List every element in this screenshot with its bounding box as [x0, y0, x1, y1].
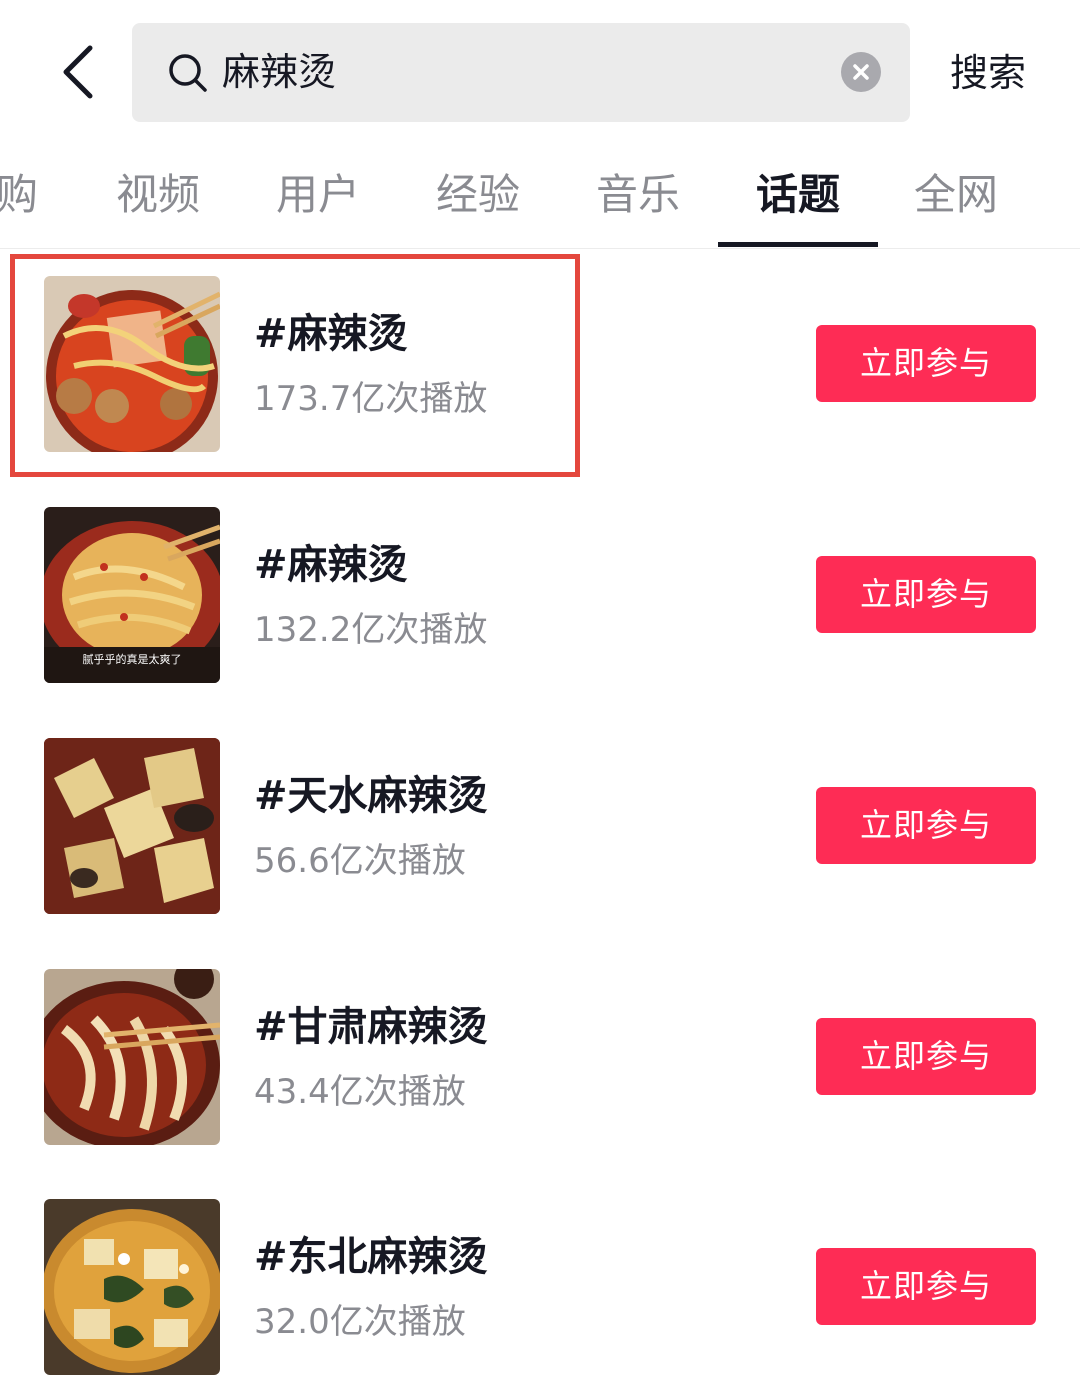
topic-title: #麻辣烫	[254, 542, 408, 588]
tab-music[interactable]: 音乐	[596, 168, 680, 222]
topic-thumbnail	[44, 738, 220, 914]
topic-thumbnail: 腻乎乎的真是太爽了	[44, 507, 220, 683]
clear-icon	[853, 64, 869, 80]
tab-web[interactable]: 全网	[914, 168, 998, 222]
topic-title: #甘肃麻辣烫	[254, 1004, 488, 1050]
topic-thumbnail	[44, 1199, 220, 1375]
tab-experience[interactable]: 经验	[436, 168, 520, 222]
topic-play-count: 43.4亿次播放	[254, 1072, 466, 1112]
tab-users[interactable]: 用户	[276, 168, 360, 222]
topic-row[interactable]: #东北麻辣烫 32.0亿次播放 立即参与	[0, 1199, 1080, 1389]
topic-row[interactable]: #甘肃麻辣烫 43.4亿次播放 立即参与	[0, 969, 1080, 1200]
search-icon	[169, 54, 207, 92]
search-input[interactable]: 麻辣烫	[132, 23, 910, 122]
tab-shopping[interactable]: 购	[0, 168, 38, 222]
search-results-page: 麻辣烫 搜索 购 视频 用户 经验 音乐 话题 全网 #麻辣烫 173.7亿次播…	[0, 0, 1080, 1389]
join-topic-button[interactable]: 立即参与	[816, 1248, 1036, 1325]
join-topic-button[interactable]: 立即参与	[816, 1018, 1036, 1095]
tab-bar: 购 视频 用户 经验 音乐 话题 全网	[0, 150, 1080, 249]
topic-play-count: 132.2亿次播放	[254, 610, 488, 650]
thumbnail-caption: 腻乎乎的真是太爽了	[83, 652, 182, 666]
tab-topics[interactable]: 话题	[756, 168, 840, 222]
topic-title: #东北麻辣烫	[254, 1234, 488, 1280]
highlight-annotation-box	[10, 254, 580, 477]
topic-row[interactable]: 腻乎乎的真是太爽了 #麻辣烫 132.2亿次播放 立即参与	[0, 507, 1080, 738]
search-header: 麻辣烫 搜索	[0, 0, 1080, 150]
topic-play-count: 32.0亿次播放	[254, 1302, 466, 1342]
back-button[interactable]	[48, 40, 108, 104]
chevron-left-icon	[63, 45, 93, 99]
topic-title: #天水麻辣烫	[254, 773, 488, 819]
tab-videos[interactable]: 视频	[116, 168, 200, 222]
join-topic-button[interactable]: 立即参与	[816, 325, 1036, 402]
search-button[interactable]: 搜索	[950, 46, 1026, 100]
join-topic-button[interactable]: 立即参与	[816, 787, 1036, 864]
join-topic-button[interactable]: 立即参与	[816, 556, 1036, 633]
active-tab-indicator	[718, 242, 878, 247]
clear-button[interactable]	[841, 52, 881, 92]
topic-row[interactable]: #天水麻辣烫 56.6亿次播放 立即参与	[0, 738, 1080, 969]
topic-play-count: 56.6亿次播放	[254, 841, 466, 881]
topic-thumbnail	[44, 969, 220, 1145]
search-query-text: 麻辣烫	[222, 50, 337, 94]
